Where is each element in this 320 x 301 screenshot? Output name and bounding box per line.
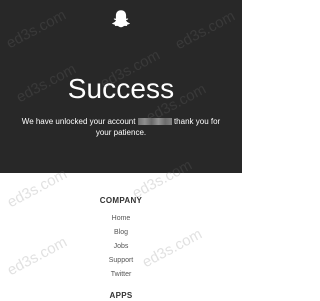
message-line-1-start: We have unlocked your account — [21, 117, 136, 126]
watermark-text: ed3s.com — [3, 6, 69, 53]
site-footer: COMPANY Home Blog Jobs Support Twitter A… — [0, 157, 242, 300]
footer-link-twitter[interactable]: Twitter — [0, 268, 242, 282]
message-line-1: We have unlocked your account thank you … — [18, 116, 224, 127]
success-message: We have unlocked your account thank you … — [18, 116, 224, 138]
page-title: Success — [67, 73, 175, 104]
footer-link-home[interactable]: Home — [0, 212, 242, 226]
footer-link-support[interactable]: Support — [0, 254, 242, 268]
watermark-text: ed3s.com — [172, 7, 238, 54]
success-hero: Success We have unlocked your account th… — [0, 0, 242, 173]
message-line-1-end: thank you for — [173, 117, 221, 126]
company-links: Home Blog Jobs Support Twitter — [0, 212, 242, 282]
snapchat-ghost-icon — [111, 9, 131, 33]
footer-link-jobs[interactable]: Jobs — [0, 240, 242, 254]
redacted-account-name — [137, 118, 172, 125]
company-section-title: COMPANY — [99, 196, 143, 205]
message-line-2: your patience. — [95, 128, 147, 137]
footer-link-blog[interactable]: Blog — [0, 226, 242, 240]
